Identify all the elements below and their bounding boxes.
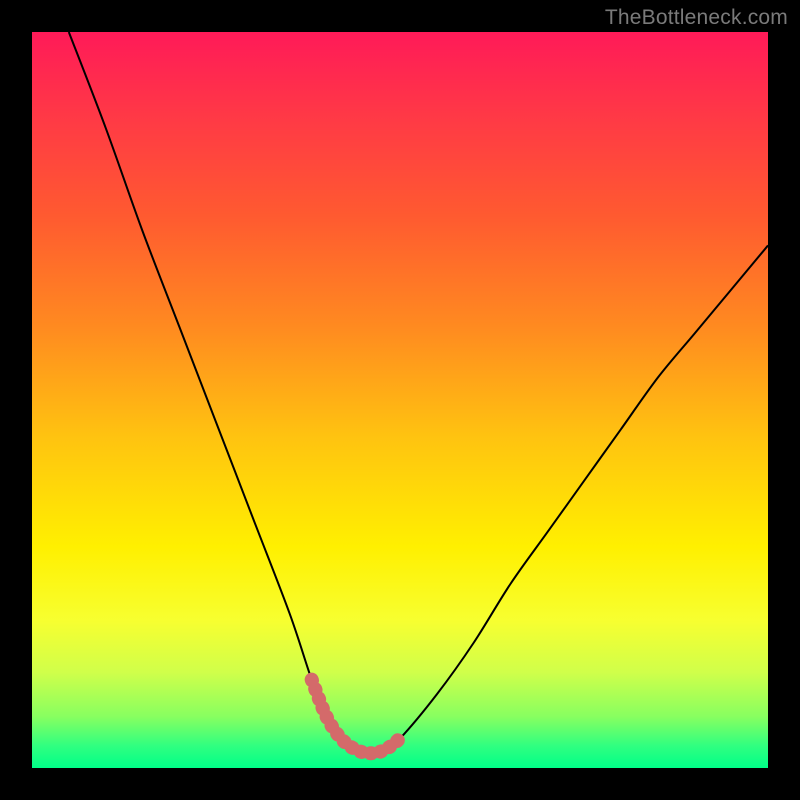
- bottleneck-curve: [69, 32, 768, 753]
- curve-layer: [32, 32, 768, 768]
- plot-area: [32, 32, 768, 768]
- trough-highlight: [312, 680, 400, 754]
- watermark-text: TheBottleneck.com: [605, 6, 788, 30]
- chart-frame: TheBottleneck.com: [0, 0, 800, 800]
